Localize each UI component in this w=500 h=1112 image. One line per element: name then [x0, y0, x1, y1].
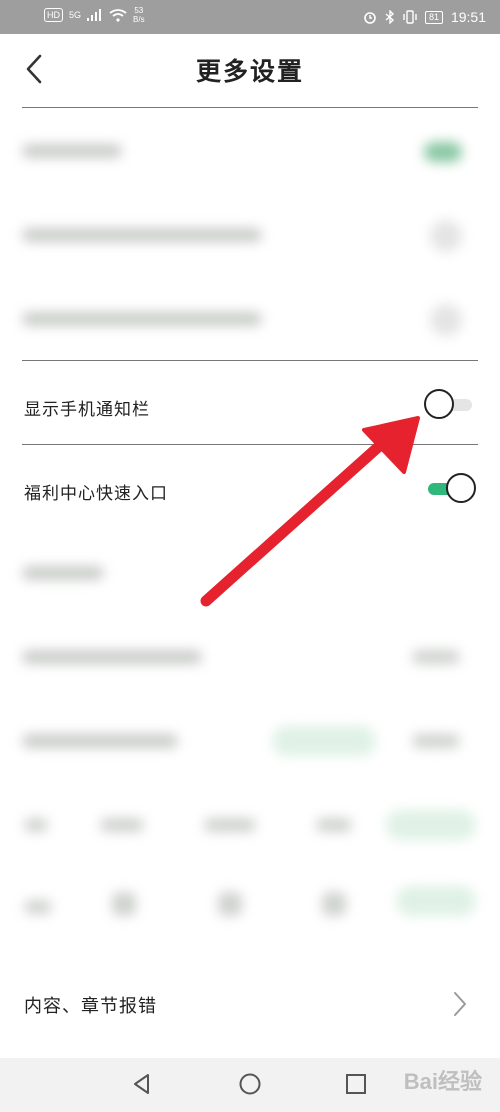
speed-unit: B/s: [133, 15, 145, 24]
blurred-toggle: [424, 142, 462, 162]
blurred-chip: [322, 892, 346, 916]
blurred-chip: [24, 818, 48, 832]
speed-value: 53: [134, 6, 144, 15]
setting-label: 福利中心快速入口: [24, 484, 168, 504]
blurred-pill: [396, 886, 476, 916]
blurred-pill: [272, 726, 376, 756]
setting-row-notification-bar: 显示手机通知栏: [0, 362, 500, 446]
blurred-label: [22, 566, 104, 580]
circle-home-icon[interactable]: [238, 1072, 262, 1096]
blurred-value: [412, 650, 460, 664]
blurred-toggle: [430, 304, 462, 336]
blurred-label: [22, 312, 262, 326]
triangle-back-icon[interactable]: [130, 1072, 154, 1096]
blurred-value: [412, 734, 460, 748]
hd-badge: HD: [44, 8, 63, 22]
row-divider: [22, 444, 478, 445]
blurred-chip: [204, 818, 256, 832]
square-recent-icon[interactable]: [344, 1072, 368, 1096]
clock: 19:51: [450, 9, 486, 25]
watermark: Bai经验: [403, 1069, 482, 1094]
page-title: 更多设置: [195, 57, 304, 86]
section-divider: [22, 360, 478, 361]
blurred-chip: [100, 818, 144, 832]
header-divider: [22, 107, 478, 108]
vibrate-icon: [403, 10, 417, 24]
notification-bar-toggle[interactable]: [424, 388, 478, 422]
blurred-toggle: [430, 220, 462, 252]
signal-icon: [87, 9, 102, 21]
wifi-icon: [109, 8, 127, 22]
setting-label: 显示手机通知栏: [24, 400, 150, 420]
status-right: 81 19:51: [363, 9, 486, 25]
status-left: HD 5G 53 B/s: [44, 6, 145, 24]
setting-row-welfare-center: 福利中心快速入口: [0, 446, 500, 530]
blurred-label: [22, 734, 178, 748]
network-speed: 53 B/s: [133, 6, 145, 24]
blurred-settings-top: [0, 120, 500, 350]
blurred-pill: [386, 810, 476, 840]
signal-label: 5G: [69, 10, 82, 20]
header: 更多设置: [0, 34, 500, 108]
blurred-label: [22, 650, 202, 664]
blurred-chip: [316, 818, 352, 832]
bluetooth-icon: [385, 10, 394, 24]
toggle-knob: [446, 473, 476, 503]
report-error-label: 内容、章节报错: [24, 996, 157, 1017]
welfare-center-toggle[interactable]: [424, 472, 478, 506]
blurred-chip: [218, 892, 242, 916]
toggle-knob: [424, 389, 454, 419]
chevron-right-icon: [454, 992, 466, 1016]
blurred-chip: [112, 892, 136, 916]
blurred-label: [22, 144, 122, 158]
blurred-chip: [24, 900, 52, 914]
blurred-label: [22, 228, 262, 242]
report-error-row[interactable]: 内容、章节报错: [0, 962, 500, 1046]
battery-indicator: 81: [424, 10, 443, 24]
blurred-settings-bottom: [0, 530, 500, 950]
alarm-icon: [364, 12, 376, 24]
status-bar: HD 5G 53 B/s 81 19:51: [0, 0, 500, 34]
